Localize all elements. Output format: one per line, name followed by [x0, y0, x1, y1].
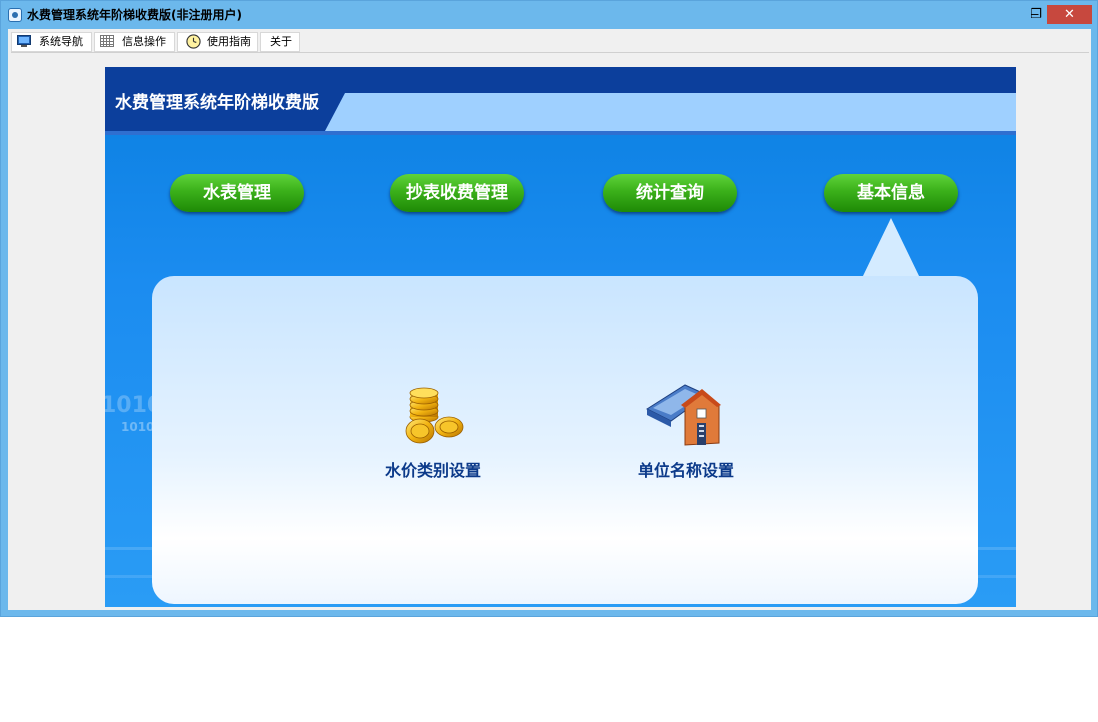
close-icon: ✕	[1064, 7, 1075, 22]
restore-button[interactable]: ❐	[1028, 5, 1044, 25]
gold-coins-icon[interactable]	[402, 381, 466, 447]
app-icon	[8, 8, 22, 22]
menu-item-label: 使用指南	[207, 35, 251, 48]
title-bar[interactable]: 水费管理系统年阶梯收费版(非注册用户) ‒ ❐ ✕	[1, 1, 1097, 29]
unit-name-setting[interactable]: 单位名称设置	[638, 457, 734, 481]
menu-item-label: 信息操作	[122, 35, 166, 48]
house-book-icon[interactable]	[645, 381, 721, 451]
menu-separator	[11, 52, 1089, 53]
window-title: 水费管理系统年阶梯收费版(非注册用户)	[27, 8, 242, 22]
grid-icon	[100, 35, 114, 47]
main-panel: 1010 1010 水费管理系统年阶梯收费版 水表管理 抄表收费管理 统计查询 …	[105, 67, 1016, 607]
monitor-icon	[17, 35, 31, 47]
app-window: 水费管理系统年阶梯收费版(非注册用户) ‒ ❐ ✕ 系统导航 信息操作 使用指南…	[0, 0, 1098, 617]
background-digits: 1010	[121, 420, 155, 434]
menu-bar: 系统导航 信息操作 使用指南 关于	[8, 29, 1091, 53]
nav-button-meter-management[interactable]: 水表管理	[170, 174, 304, 212]
water-price-category-setting[interactable]: 水价类别设置	[385, 457, 481, 481]
menu-item-about[interactable]: 关于	[260, 32, 300, 52]
menu-item-system-nav[interactable]: 系统导航	[11, 32, 92, 52]
menu-item-info-ops[interactable]: 信息操作	[94, 32, 175, 52]
header-banner: 水费管理系统年阶梯收费版	[105, 67, 1016, 131]
nav-button-reading-billing[interactable]: 抄表收费管理	[390, 174, 524, 212]
menu-item-label: 关于	[270, 35, 292, 48]
header-highlight	[325, 93, 1016, 131]
close-button[interactable]: ✕	[1047, 5, 1092, 24]
menu-item-user-guide[interactable]: 使用指南	[177, 32, 258, 52]
restore-icon: ❐	[1030, 7, 1042, 22]
header-divider	[105, 131, 1016, 135]
submenu-panel	[152, 276, 978, 604]
nav-button-basic-info[interactable]: 基本信息	[824, 174, 958, 212]
client-area: 系统导航 信息操作 使用指南 关于 1010 1010 水费管理系统年阶梯收费版…	[8, 29, 1091, 610]
menu-item-label: 系统导航	[39, 35, 83, 48]
panel-pointer	[862, 218, 920, 278]
app-banner-title: 水费管理系统年阶梯收费版	[115, 93, 319, 113]
clock-icon	[186, 34, 201, 49]
nav-button-statistics-query[interactable]: 统计查询	[603, 174, 737, 212]
